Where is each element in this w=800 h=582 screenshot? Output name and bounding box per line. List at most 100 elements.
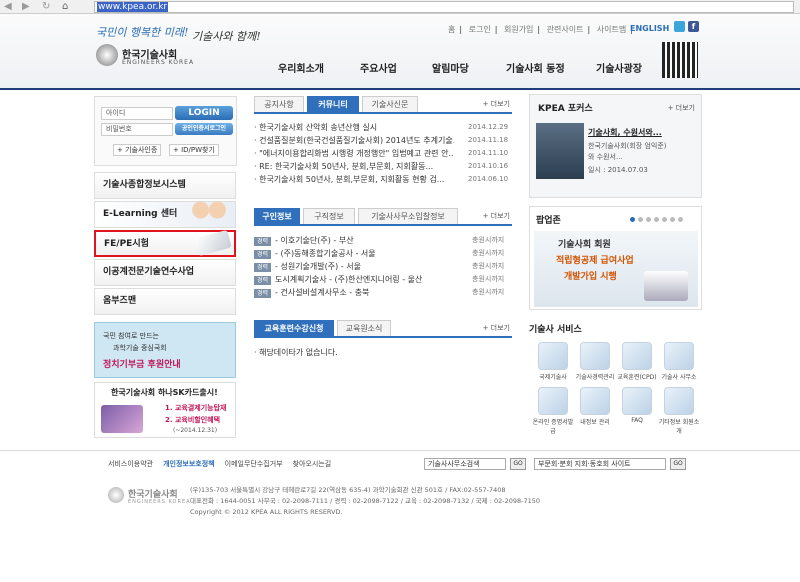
- faq-icon: [622, 387, 652, 415]
- login-button[interactable]: LOGIN: [175, 106, 233, 120]
- menu-about[interactable]: 우리회소개: [278, 60, 324, 75]
- list-date: 2014.06.10: [468, 175, 509, 183]
- tab-course-apply[interactable]: 교육훈련수강신청: [254, 320, 334, 336]
- slogan-part2: 기술사와 함께!: [192, 30, 261, 43]
- engineer-auth-link[interactable]: + 기술사인증: [113, 144, 162, 156]
- topnav-sitemap[interactable]: 사이트맵: [597, 25, 626, 34]
- topnav-home[interactable]: 홈: [448, 25, 455, 34]
- address-bar[interactable]: www.kpea.or.kr: [94, 1, 794, 13]
- home-icon[interactable]: ⌂: [62, 1, 68, 12]
- password-input[interactable]: 비밀번호: [101, 123, 173, 136]
- more-link[interactable]: + 더보기: [483, 99, 510, 109]
- left-menu-training[interactable]: 이공계전문기술연수사업: [94, 259, 236, 286]
- tab-edu-news[interactable]: 교육원소식: [337, 320, 391, 336]
- back-icon[interactable]: ◀: [4, 1, 12, 12]
- popup-zone: 팝업존 기술사회 회원 적립형공제 급여사업 개발가입 시행: [529, 206, 702, 310]
- footer-terms[interactable]: 서비스이용약관: [108, 459, 153, 469]
- refresh-icon[interactable]: ↻: [42, 1, 50, 12]
- topnav-related[interactable]: 관련사이트: [547, 25, 584, 34]
- card-banner[interactable]: 한국기술사회 하나SK카드출시! 1. 교육결제기능탑재 2. 교육비할인혜택 …: [94, 382, 236, 438]
- education-board: 교육훈련수강신청 교육원소식 + 더보기 · 해당데이타가 없습니다.: [254, 320, 512, 360]
- service-myinfo[interactable]: 내정보 관리: [574, 387, 616, 435]
- card-period: (~2014.12.31): [173, 427, 218, 434]
- focus-title: KPEA 포커스: [538, 104, 593, 114]
- popup-pager[interactable]: [630, 217, 683, 222]
- menu-business[interactable]: 주요사업: [360, 60, 397, 75]
- english-link[interactable]: ENGLISH: [630, 24, 669, 33]
- id-input[interactable]: 아이디: [101, 107, 173, 120]
- more-link[interactable]: + 더보기: [483, 211, 510, 221]
- focus-headline[interactable]: 기술사회, 수원서와...: [588, 127, 662, 138]
- job-deadline: 충원시까지: [472, 275, 505, 283]
- footer-privacy[interactable]: 개인정보보호정책: [163, 459, 215, 469]
- logo-emblem-icon[interactable]: [96, 44, 118, 66]
- find-idpw-link[interactable]: + ID/PW찾기: [169, 144, 219, 156]
- tab-job-offers[interactable]: 구인정보: [254, 208, 300, 224]
- go-button-2[interactable]: GO: [670, 458, 686, 470]
- list-item[interactable]: · RE: 한국기술사회 50년사, 분회,부문회, 지회활동...: [254, 160, 454, 173]
- popup-line1: 기술사회 회원: [558, 240, 611, 250]
- menu-news[interactable]: 기술사회 동정: [506, 60, 565, 75]
- forward-icon[interactable]: ▶: [22, 1, 30, 12]
- service-career[interactable]: 기술사경력관리: [574, 342, 616, 381]
- tab-newspaper[interactable]: 기술사신문: [362, 96, 418, 112]
- more-link[interactable]: + 더보기: [668, 103, 695, 113]
- branch-site-select[interactable]: 부문회·분회 지회·동호회 사이트: [534, 458, 666, 470]
- focus-photo[interactable]: [536, 123, 584, 179]
- topnav-login[interactable]: 로그인: [469, 25, 491, 34]
- more-link[interactable]: + 더보기: [483, 323, 510, 333]
- banner-line2: 과학기술 중심국회: [113, 344, 167, 352]
- card-benefit1: 1. 교육결제기능탑재: [165, 404, 227, 412]
- globe-icon: [538, 342, 568, 370]
- menu-plaza[interactable]: 기술사광장: [596, 60, 642, 75]
- list-item[interactable]: · 한국기술사회 산악회 송년산행 실시: [254, 121, 454, 134]
- service-certificate[interactable]: 온라인 증명서발급: [532, 387, 574, 435]
- footer-directions[interactable]: 찾아오시는길: [293, 459, 332, 469]
- list-item[interactable]: · "에너지이용합리화법 시행령 개정행안" 입법예고 관련 안...: [254, 147, 454, 160]
- job-title[interactable]: - 건사설비설계사무소 - 충북: [275, 288, 369, 297]
- career-icon: [580, 342, 610, 370]
- donation-banner[interactable]: 국민 참여로 만드는 과학기술 중심국회 정치기부금 후원안내: [94, 322, 236, 378]
- cert-login-button[interactable]: 공인인증서로그인: [175, 123, 233, 135]
- footer-logo-icon: [108, 487, 124, 503]
- tab-community[interactable]: 커뮤니티: [307, 96, 359, 112]
- job-deadline: 충원시까지: [472, 288, 505, 296]
- site-header: 국민이 행복한 미래! 기술사와 함께! 한국기술사회 ENGINEERS KO…: [0, 14, 800, 90]
- menu-notice[interactable]: 알림마당: [432, 60, 469, 75]
- job-title[interactable]: - 성원기술개발(주) - 서울: [275, 262, 361, 271]
- job-title[interactable]: - 이호기술단(주) - 부산: [275, 236, 354, 245]
- office-icon: [664, 342, 694, 370]
- service-faq[interactable]: FAQ: [616, 387, 658, 435]
- footer-address: (우)135-703 서울특별시 강남구 테헤란로7길 22(역삼동 635-4…: [190, 486, 506, 494]
- list-item[interactable]: · 한국기술사회 50년사, 분회,부문회, 지회활동 현황 검...: [254, 173, 454, 186]
- login-box: 아이디 비밀번호 LOGIN 공인인증서로그인 + 기술사인증 + ID/PW찾…: [94, 96, 237, 166]
- left-menu-ombudsman[interactable]: 옴부즈맨: [94, 288, 236, 315]
- office-search-select[interactable]: 기술사사무소검색: [424, 458, 506, 470]
- footer-logo-en: ENGINEERS KOREA: [128, 499, 191, 505]
- twitter-icon[interactable]: [674, 21, 685, 32]
- list-date: 2014.12.29: [468, 123, 509, 131]
- tab-bid-info[interactable]: 기술사사무소입찰정보: [358, 208, 458, 224]
- service-office[interactable]: 기술사 사무소: [658, 342, 700, 381]
- service-cpd[interactable]: 교육훈련(CPD): [616, 342, 658, 381]
- list-date: 2014.11.18: [468, 136, 509, 144]
- popup-banner[interactable]: 기술사회 회원 적립형공제 급여사업 개발가입 시행: [534, 231, 698, 307]
- tab-notice[interactable]: 공지사항: [254, 96, 304, 112]
- focus-date: 일시 : 2014.07.03: [588, 166, 648, 174]
- go-button-1[interactable]: GO: [510, 458, 526, 470]
- list-date: 2014.11.10: [468, 149, 509, 157]
- list-item[interactable]: · 건설품질분회(한국건설품질기술사회) 2014년도 추계기술...: [254, 134, 454, 147]
- service-intl-engineer[interactable]: 국제기술사: [532, 342, 574, 381]
- service-etc[interactable]: 기타정보 회원소개: [658, 387, 700, 435]
- job-title[interactable]: 도시계획기술사 - (주)한산엔지니어링 - 울산: [275, 275, 422, 284]
- credit-card-icon: [101, 405, 143, 433]
- focus-box: KPEA 포커스 + 더보기 기술사회, 수원서와... 한국기술사회(회장 엄…: [529, 94, 702, 198]
- job-title[interactable]: - (주)동해종합기술공사 - 서울: [275, 249, 376, 258]
- logo-english: ENGINEERS KOREA: [122, 59, 195, 66]
- tab-job-seekers[interactable]: 구직정보: [303, 208, 355, 224]
- facebook-icon[interactable]: f: [688, 21, 699, 32]
- footer-no-email[interactable]: 이메일무단수집거부: [225, 459, 283, 469]
- left-menu-info-system[interactable]: 기술사종합정보시스템: [94, 172, 236, 199]
- topnav-join[interactable]: 회원가입: [504, 25, 533, 34]
- popup-line2: 적립형공제 급여사업: [556, 256, 634, 266]
